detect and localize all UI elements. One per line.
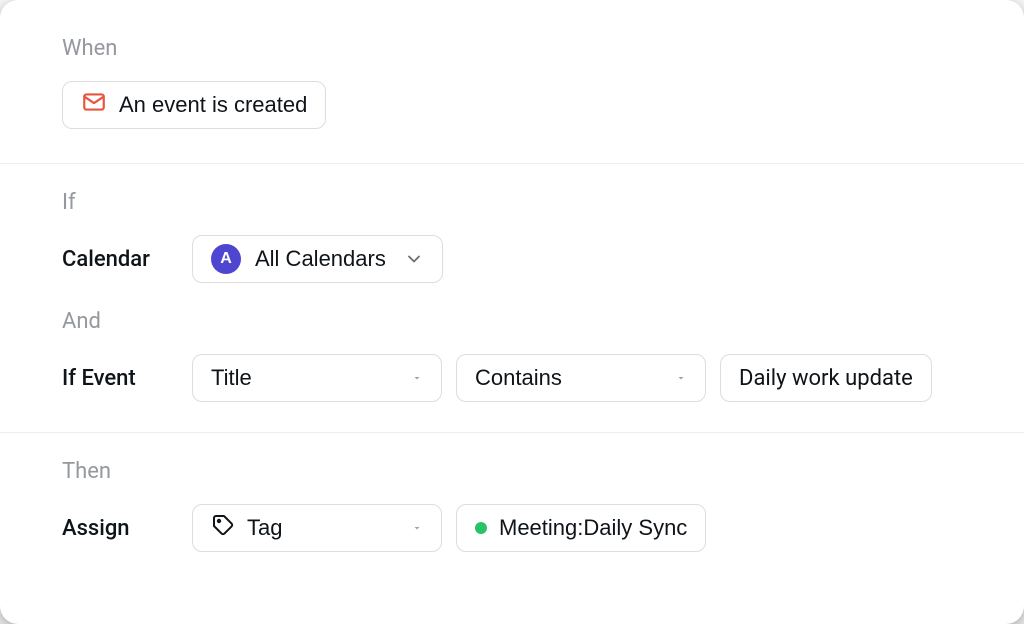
assign-tag-name: Meeting:Daily Sync (499, 515, 687, 541)
tag-icon (211, 513, 235, 543)
if-event-row-label: If Event (62, 366, 172, 391)
calendar-selected-label: All Calendars (255, 246, 386, 272)
if-label: If (62, 190, 962, 215)
caret-down-icon (411, 372, 423, 384)
event-value-input[interactable]: Daily work update (720, 354, 932, 402)
caret-down-icon (411, 522, 423, 534)
assign-row: Assign Tag Meeting:Dai (62, 504, 962, 552)
event-field-select[interactable]: Title (192, 354, 442, 402)
when-section: When An event is created (0, 8, 1024, 163)
and-label: And (62, 309, 962, 334)
when-row: An event is created (62, 81, 962, 129)
calendar-avatar: A (211, 244, 241, 274)
calendar-select[interactable]: A All Calendars (192, 235, 443, 283)
trigger-label: An event is created (119, 92, 307, 118)
event-operator-select[interactable]: Contains (456, 354, 706, 402)
assign-field-select[interactable]: Tag (192, 504, 442, 552)
when-label: When (62, 36, 962, 61)
chevron-down-icon (404, 249, 424, 269)
then-label: Then (62, 459, 962, 484)
if-section: If Calendar A All Calendars And If Event… (0, 164, 1024, 432)
if-event-row: If Event Title Contains Daily work updat… (62, 354, 962, 402)
event-field-value: Title (211, 365, 252, 391)
assign-field-value: Tag (247, 515, 282, 541)
if-event-controls: Title Contains Daily work update (192, 354, 932, 402)
event-operator-value: Contains (475, 365, 562, 391)
then-section: Then Assign Tag (0, 433, 1024, 586)
event-value-text: Daily work update (739, 366, 913, 391)
calendar-row-label: Calendar (62, 247, 172, 272)
assign-controls: Tag Meeting:Daily Sync (192, 504, 706, 552)
assign-tag-select[interactable]: Meeting:Daily Sync (456, 504, 706, 552)
caret-down-icon (675, 372, 687, 384)
mail-icon (81, 89, 107, 121)
tag-color-dot (475, 522, 487, 534)
assign-row-label: Assign (62, 516, 172, 541)
trigger-select[interactable]: An event is created (62, 81, 326, 129)
calendar-row: Calendar A All Calendars (62, 235, 962, 283)
rule-builder-card: When An event is created If Calendar A A… (0, 0, 1024, 624)
